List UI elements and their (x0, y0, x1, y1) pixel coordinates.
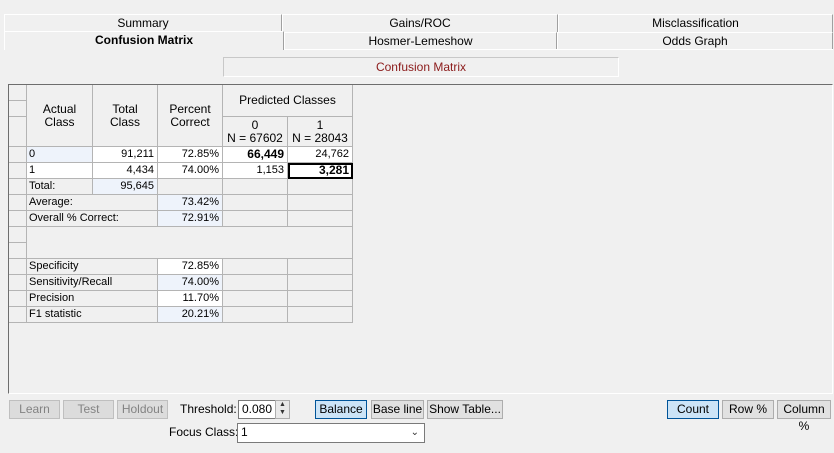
balance-button[interactable]: Balance (315, 400, 367, 419)
header-pred-0: 0 N = 67602 (223, 117, 288, 147)
tab-divider (284, 49, 833, 50)
tab-summary[interactable]: Summary (4, 14, 282, 32)
f1-label: F1 statistic (27, 307, 158, 323)
panel-title: Confusion Matrix (223, 57, 619, 77)
tab-odds-graph[interactable]: Odds Graph (557, 32, 833, 50)
row-header (9, 163, 27, 179)
empty-cell (288, 259, 353, 275)
row-header (9, 243, 27, 259)
focus-class-select[interactable]: 1 ⌄ (237, 423, 425, 443)
row-header (9, 227, 27, 243)
empty-cell (288, 195, 353, 211)
tab-confusion-matrix[interactable]: Confusion Matrix (4, 31, 284, 50)
total-label: Total: (27, 179, 93, 195)
empty-cell (223, 307, 288, 323)
average-label: Average: (27, 195, 158, 211)
specificity-label: Specificity (27, 259, 158, 275)
row-header (9, 211, 27, 227)
header-actual-class: Actual Class (27, 85, 93, 147)
threshold-input[interactable]: 0.080 (238, 400, 276, 419)
row-header (9, 101, 27, 117)
empty-cell (288, 291, 353, 307)
focus-class-label: Focus Class: (169, 425, 239, 439)
row-1-percent: 74.00% (158, 163, 223, 179)
row-0-pred-1[interactable]: 24,762 (288, 147, 353, 163)
sensitivity-label: Sensitivity/Recall (27, 275, 158, 291)
average-value: 73.42% (158, 195, 223, 211)
row-1-pred-0[interactable]: 1,153 (223, 163, 288, 179)
chevron-down-icon[interactable]: ⌄ (411, 424, 419, 441)
tab-hosmer-lemeshow[interactable]: Hosmer-Lemeshow (284, 32, 557, 50)
empty-cell (223, 195, 288, 211)
empty-cell (223, 275, 288, 291)
row-header (9, 117, 27, 147)
overall-correct-value: 72.91% (158, 211, 223, 227)
specificity-value: 72.85% (158, 259, 223, 275)
empty-cell (223, 211, 288, 227)
precision-value: 11.70% (158, 291, 223, 307)
empty-cell (223, 291, 288, 307)
show-table-button[interactable]: Show Table... (427, 400, 503, 419)
f1-value: 20.21% (158, 307, 223, 323)
confusion-matrix-panel: Actual Class Total Class Percent Correct… (8, 84, 833, 394)
precision-label: Precision (27, 291, 158, 307)
row-0-pred-0[interactable]: 66,449 (223, 147, 288, 163)
row-header (9, 275, 27, 291)
tab-misclassification[interactable]: Misclassification (558, 14, 833, 32)
row-1-label: 1 (27, 163, 93, 179)
base-line-button[interactable]: Base line (371, 400, 424, 419)
tab-gains-roc[interactable]: Gains/ROC (282, 14, 558, 32)
empty-cell (223, 259, 288, 275)
empty-cell (288, 211, 353, 227)
header-total-class: Total Class (93, 85, 158, 147)
test-button[interactable]: Test (63, 400, 114, 419)
column-percent-button[interactable]: Column % (777, 400, 831, 433)
row-header (9, 179, 27, 195)
header-predicted-classes: Predicted Classes (223, 85, 353, 117)
row-0-label: 0 (27, 147, 93, 163)
empty-cell (223, 179, 288, 195)
sensitivity-value: 74.00% (158, 275, 223, 291)
row-header (9, 259, 27, 275)
count-button[interactable]: Count (667, 400, 719, 419)
spin-up-icon[interactable]: ▲ (276, 401, 289, 409)
corner-cell (9, 85, 27, 101)
row-0-total: 91,211 (93, 147, 158, 163)
row-1-total: 4,434 (93, 163, 158, 179)
empty-cell (288, 275, 353, 291)
row-header (9, 195, 27, 211)
spin-down-icon[interactable]: ▼ (276, 409, 289, 417)
empty-cell (158, 179, 223, 195)
blank-area (27, 227, 353, 259)
holdout-button[interactable]: Holdout (117, 400, 168, 419)
empty-cell (288, 307, 353, 323)
row-header (9, 291, 27, 307)
focus-class-value: 1 (241, 425, 248, 439)
overall-correct-label: Overall % Correct: (27, 211, 158, 227)
total-value: 95,645 (93, 179, 158, 195)
empty-cell (288, 179, 353, 195)
threshold-spinner[interactable]: ▲ ▼ (275, 400, 290, 419)
header-pred-1: 1 N = 28043 (288, 117, 353, 147)
row-0-percent: 72.85% (158, 147, 223, 163)
row-percent-button[interactable]: Row % (722, 400, 774, 419)
row-header (9, 307, 27, 323)
row-header (9, 147, 27, 163)
learn-button[interactable]: Learn (9, 400, 60, 419)
threshold-label: Threshold: (180, 402, 237, 416)
header-percent-correct: Percent Correct (158, 85, 223, 147)
row-1-pred-1-selected[interactable]: 3,281 (288, 163, 353, 179)
